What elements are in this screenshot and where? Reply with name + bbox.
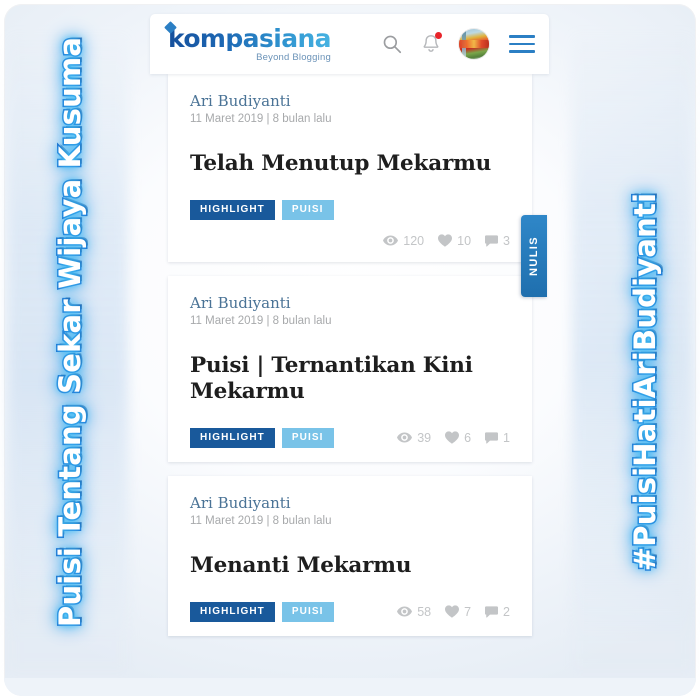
article-tags: HIGHLIGHT PUISI — [190, 199, 510, 220]
tag-puisi[interactable]: PUISI — [281, 601, 334, 622]
site-logo[interactable]: kompasiana Beyond Blogging — [164, 21, 332, 63]
article-meta: 11 Maret 2019 | 8 bulan lalu — [190, 113, 332, 125]
article-card-footer: HIGHLIGHT PUISI 39 6 1 — [190, 427, 510, 448]
views-count: 120 — [403, 233, 425, 248]
nulis-write-tab[interactable]: NULIS — [521, 215, 547, 297]
search-button[interactable] — [381, 33, 403, 55]
tag-highlight[interactable]: HIGHLIGHT — [190, 199, 275, 220]
comments-count: 1 — [503, 430, 510, 445]
comments-count: 3 — [503, 233, 510, 248]
article-author[interactable]: Ari Budiyanti — [190, 494, 510, 512]
article-tags: HIGHLIGHT PUISI — [190, 427, 334, 448]
article-author[interactable]: Ari Budiyanti — [190, 294, 510, 312]
likes-stat: 6 — [445, 431, 471, 445]
eye-icon — [383, 235, 399, 246]
article-card-footer: HIGHLIGHT PUISI 58 7 2 — [190, 601, 510, 622]
notification-badge-dot — [435, 32, 442, 39]
views-count: 39 — [417, 430, 432, 445]
article-card-footer: HIGHLIGHT PUISI 120 10 3 — [190, 199, 510, 248]
comments-count: 2 — [503, 604, 510, 619]
comment-icon — [485, 605, 499, 618]
likes-count: 7 — [464, 604, 472, 619]
article-stats: 120 10 3 — [190, 234, 510, 248]
tag-puisi[interactable]: PUISI — [281, 199, 334, 220]
likes-count: 6 — [464, 430, 472, 445]
comments-stat: 2 — [485, 605, 510, 619]
comments-stat: 3 — [485, 234, 510, 248]
views-stat: 39 — [397, 431, 431, 445]
article-title[interactable]: Telah Menutup Mekarmu — [190, 151, 510, 178]
article-title[interactable]: Puisi | Ternantikan Kini Mekarmu — [190, 353, 510, 406]
comment-icon — [485, 432, 499, 444]
likes-stat: 10 — [438, 234, 471, 248]
article-meta: 11 Maret 2019 | 8 bulan lalu — [190, 514, 332, 527]
eye-icon — [397, 432, 413, 443]
notifications-button[interactable] — [421, 32, 442, 56]
likes-stat: 7 — [445, 605, 471, 619]
hamburger-line-2 — [509, 42, 535, 46]
article-title[interactable]: Menanti Mekarmu — [190, 553, 510, 580]
views-count: 58 — [417, 604, 432, 619]
article-tags: HIGHLIGHT PUISI — [190, 601, 334, 622]
frame-bottom-edge — [4, 678, 696, 696]
eye-icon — [397, 606, 413, 617]
comment-icon — [485, 234, 499, 247]
article-card[interactable]: Ari Budiyanti 11 Maret 2019 | 8 bulan la… — [168, 74, 532, 262]
article-card[interactable]: Ari Budiyanti 11 Maret 2019 | 8 bulan la… — [168, 275, 532, 462]
article-stats: 58 7 2 — [397, 605, 510, 619]
screenshot-root: Puisi Tentang Sekar Wijaya Kusuma #Puisi… — [0, 0, 700, 700]
hamburger-line-1 — [509, 35, 535, 38]
article-card[interactable]: Ari Budiyanti 11 Maret 2019 | 8 bulan la… — [168, 475, 532, 636]
views-stat: 120 — [383, 234, 424, 248]
search-icon — [383, 35, 402, 54]
comments-stat: 1 — [485, 431, 510, 445]
tag-highlight[interactable]: HIGHLIGHT — [190, 601, 275, 622]
tag-puisi[interactable]: PUISI — [281, 427, 334, 448]
article-feed: Ari Budiyanti 11 Maret 2019 | 8 bulan la… — [168, 74, 532, 650]
views-stat: 58 — [397, 605, 431, 619]
tag-highlight[interactable]: HIGHLIGHT — [190, 427, 275, 448]
likes-count: 10 — [457, 233, 472, 248]
app-header: kompasiana Beyond Blogging — [150, 14, 549, 74]
heart-icon — [438, 234, 453, 247]
heart-icon — [445, 431, 460, 445]
article-meta: 11 Maret 2019 | 8 bulan lalu — [190, 314, 332, 327]
left-vertical-caption: Puisi Tentang Sekar Wijaya Kusuma — [52, 35, 89, 628]
hamburger-menu-button[interactable] — [509, 35, 535, 53]
right-vertical-caption: #PuisiHatiAriBudiyanti — [627, 191, 664, 572]
heart-icon — [445, 605, 460, 618]
nulis-tab-label: NULIS — [528, 236, 540, 276]
logo-wordmark: kompasiana — [168, 23, 332, 53]
logo-tagline: Beyond Blogging — [256, 51, 331, 63]
article-author[interactable]: Ari Budiyanti — [190, 92, 510, 110]
article-stats: 39 6 1 — [397, 431, 510, 445]
hamburger-line-3 — [509, 50, 535, 53]
user-avatar[interactable] — [459, 29, 489, 59]
